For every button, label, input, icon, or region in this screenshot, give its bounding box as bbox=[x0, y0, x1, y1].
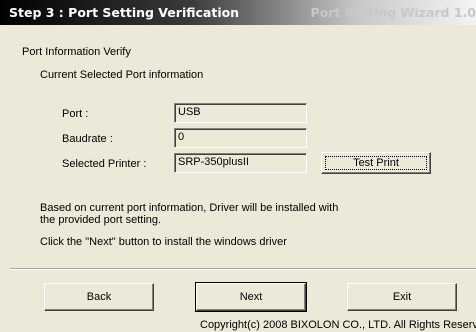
test-print-button[interactable]: Test Print bbox=[321, 152, 431, 174]
section-subheading: Current Selected Port information bbox=[40, 69, 204, 81]
info-line-2: the provided port setting. bbox=[40, 214, 162, 226]
section-heading: Port Information Verify bbox=[22, 46, 131, 58]
baudrate-field: 0 bbox=[174, 128, 307, 148]
exit-label: Exit bbox=[392, 291, 412, 303]
baudrate-label: Baudrate : bbox=[62, 133, 113, 145]
test-print-label: Test Print bbox=[353, 157, 399, 169]
next-label: Next bbox=[239, 291, 263, 303]
back-button[interactable]: Back bbox=[44, 283, 154, 311]
printer-label: Selected Printer : bbox=[62, 158, 147, 170]
printer-field: SRP-350plusII bbox=[174, 153, 307, 173]
wizard-name: Port Setting Wizard 1.0 bbox=[310, 5, 476, 20]
step-title: Step 3 : Port Setting Verification bbox=[9, 5, 240, 20]
info-line-3: Click the "Next" button to install the w… bbox=[40, 236, 287, 248]
wizard-header: Step 3 : Port Setting Verification Port … bbox=[0, 0, 476, 25]
port-label: Port : bbox=[62, 108, 89, 120]
separator bbox=[10, 268, 476, 270]
port-field: USB bbox=[174, 103, 307, 123]
info-line-1: Based on current port information, Drive… bbox=[40, 202, 339, 214]
back-label: Back bbox=[86, 291, 112, 303]
next-button[interactable]: Next bbox=[195, 282, 307, 312]
exit-button[interactable]: Exit bbox=[347, 283, 457, 311]
copyright-text: Copyright(c) 2008 BIXOLON CO., LTD. All … bbox=[200, 319, 476, 331]
